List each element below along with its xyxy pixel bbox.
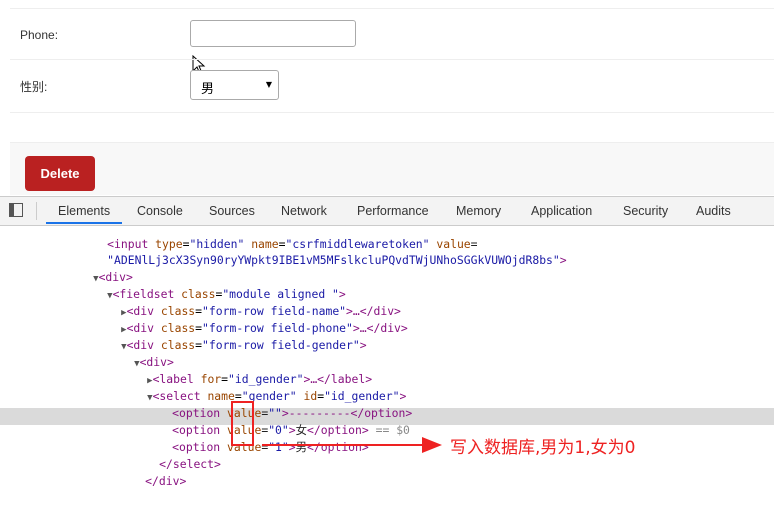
phone-label: Phone:	[20, 28, 59, 42]
tab-network[interactable]: Network	[281, 204, 327, 218]
tab-audits[interactable]: Audits	[696, 204, 731, 218]
row-divider	[10, 59, 774, 60]
row-divider-2	[10, 112, 774, 113]
delete-button[interactable]: Delete	[25, 156, 95, 191]
dock-side-icon[interactable]	[9, 203, 23, 217]
dom-tag: </div>	[145, 474, 187, 488]
dom-line[interactable]: ▼<div class="form-row field-gender">	[80, 320, 366, 352]
dom-line[interactable]: ▶<div class="form-row field-phone">…</di…	[80, 303, 408, 335]
annotation-highlight-box	[231, 401, 254, 446]
tab-memory[interactable]: Memory	[456, 204, 501, 218]
dom-line[interactable]: ▼<fieldset class="module aligned ">	[66, 269, 346, 301]
dom-line[interactable]: ▼<select name="gender" id="id_gender">	[106, 371, 406, 403]
tab-performance[interactable]: Performance	[357, 204, 429, 218]
top-divider	[10, 8, 774, 9]
dom-value: "ADENlLj3cX3Syn90ryYWpkt9IBE1vM5MFslkclu…	[107, 253, 560, 267]
dom-line[interactable]: </select>	[118, 439, 221, 471]
tab-console[interactable]: Console	[137, 204, 183, 218]
tab-application[interactable]: Application	[531, 204, 592, 218]
phone-input[interactable]	[190, 20, 356, 47]
dom-line-selected[interactable]: <option value="0">女</option> == $0	[131, 405, 410, 437]
chevron-down-icon: ▼	[265, 80, 272, 89]
tab-separator	[36, 202, 37, 220]
gender-label: 性别:	[20, 80, 48, 94]
dom-tag: >	[559, 253, 567, 267]
devtools-panel: Elements Console Sources Network Perform…	[0, 196, 774, 488]
gender-select[interactable]: 男 ▼	[190, 70, 279, 100]
dom-line[interactable]: </div>	[104, 456, 186, 488]
dom-line[interactable]: ▶<div class="form-row field-name">…</div…	[80, 286, 401, 318]
dom-line[interactable]: "ADENlLj3cX3Syn90ryYWpkt9IBE1vM5MFslkclu…	[66, 235, 566, 267]
tab-security[interactable]: Security	[623, 204, 668, 218]
annotation-arrow-icon	[262, 437, 442, 453]
dom-tag: >	[359, 338, 367, 352]
dom-line[interactable]: ▼<div>	[93, 337, 174, 369]
tab-elements[interactable]: Elements	[58, 204, 110, 218]
dom-line[interactable]: ▶<label for="id_gender">…</label>	[106, 354, 372, 386]
dom-value: "form-row field-gender"	[202, 338, 360, 352]
gender-selected-value: 男	[201, 82, 215, 97]
dom-line[interactable]: <input type="hidden" name="csrfmiddlewar…	[66, 219, 477, 251]
dom-line[interactable]: <option value="">---------</option>	[131, 388, 412, 420]
submit-row	[10, 142, 774, 195]
dom-line[interactable]: ▼<div>	[52, 252, 133, 284]
tab-sources[interactable]: Sources	[209, 204, 255, 218]
dom-tree: <input type="hidden" name="csrfmiddlewar…	[0, 225, 774, 488]
annotation-note: 写入数据库,男为1,女为0	[450, 438, 636, 458]
